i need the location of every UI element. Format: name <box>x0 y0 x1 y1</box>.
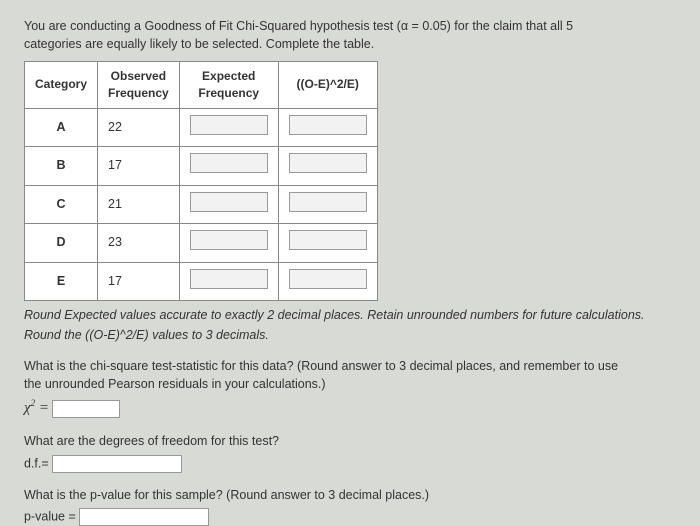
cell-category: E <box>25 262 98 301</box>
pvalue-label: p-value = <box>24 509 76 523</box>
table-row: B 17 <box>25 147 378 186</box>
header-category: Category <box>25 62 98 109</box>
question-df: What are the degrees of freedom for this… <box>24 433 676 473</box>
cell-observed: 21 <box>98 185 180 224</box>
header-expected: Expected Frequency <box>179 62 278 109</box>
residual-input[interactable] <box>289 115 367 135</box>
header-residual: ((O-E)^2/E) <box>278 62 377 109</box>
table-row: E 17 <box>25 262 378 301</box>
chi-square-input[interactable] <box>52 400 120 418</box>
question-chi-square: What is the chi-square test-statistic fo… <box>24 358 676 419</box>
cell-category: B <box>25 147 98 186</box>
df-input[interactable] <box>52 455 182 473</box>
expected-input[interactable] <box>190 192 268 212</box>
expected-input[interactable] <box>190 153 268 173</box>
question-pvalue: What is the p-value for this sample? (Ro… <box>24 487 676 526</box>
note-expected: Round Expected values accurate to exactl… <box>24 307 676 325</box>
cell-observed: 22 <box>98 108 180 147</box>
residual-input[interactable] <box>289 153 367 173</box>
table-row: A 22 <box>25 108 378 147</box>
cell-category: D <box>25 224 98 263</box>
cell-category: A <box>25 108 98 147</box>
prompt-line1: You are conducting a Goodness of Fit Chi… <box>24 19 573 33</box>
chi-square-table: Category Observed Frequency Expected Fre… <box>24 61 378 301</box>
table-row: C 21 <box>25 185 378 224</box>
chi-square-symbol: χ2 = <box>24 400 49 416</box>
residual-input[interactable] <box>289 192 367 212</box>
expected-input[interactable] <box>190 230 268 250</box>
prompt-text: You are conducting a Goodness of Fit Chi… <box>24 18 676 53</box>
residual-input[interactable] <box>289 269 367 289</box>
cell-observed: 23 <box>98 224 180 263</box>
q2-text: What are the degrees of freedom for this… <box>24 434 279 448</box>
header-observed: Observed Frequency <box>98 62 180 109</box>
q3-text: What is the p-value for this sample? (Ro… <box>24 488 429 502</box>
note-residual: Round the ((O-E)^2/E) values to 3 decima… <box>24 327 676 345</box>
cell-observed: 17 <box>98 147 180 186</box>
pvalue-input[interactable] <box>79 508 209 526</box>
cell-category: C <box>25 185 98 224</box>
expected-input[interactable] <box>190 269 268 289</box>
residual-input[interactable] <box>289 230 367 250</box>
prompt-line2: categories are equally likely to be sele… <box>24 37 374 51</box>
expected-input[interactable] <box>190 115 268 135</box>
df-label: d.f.= <box>24 456 49 470</box>
q1-line2: the unrounded Pearson residuals in your … <box>24 377 326 391</box>
cell-observed: 17 <box>98 262 180 301</box>
table-row: D 23 <box>25 224 378 263</box>
q1-line1: What is the chi-square test-statistic fo… <box>24 359 618 373</box>
